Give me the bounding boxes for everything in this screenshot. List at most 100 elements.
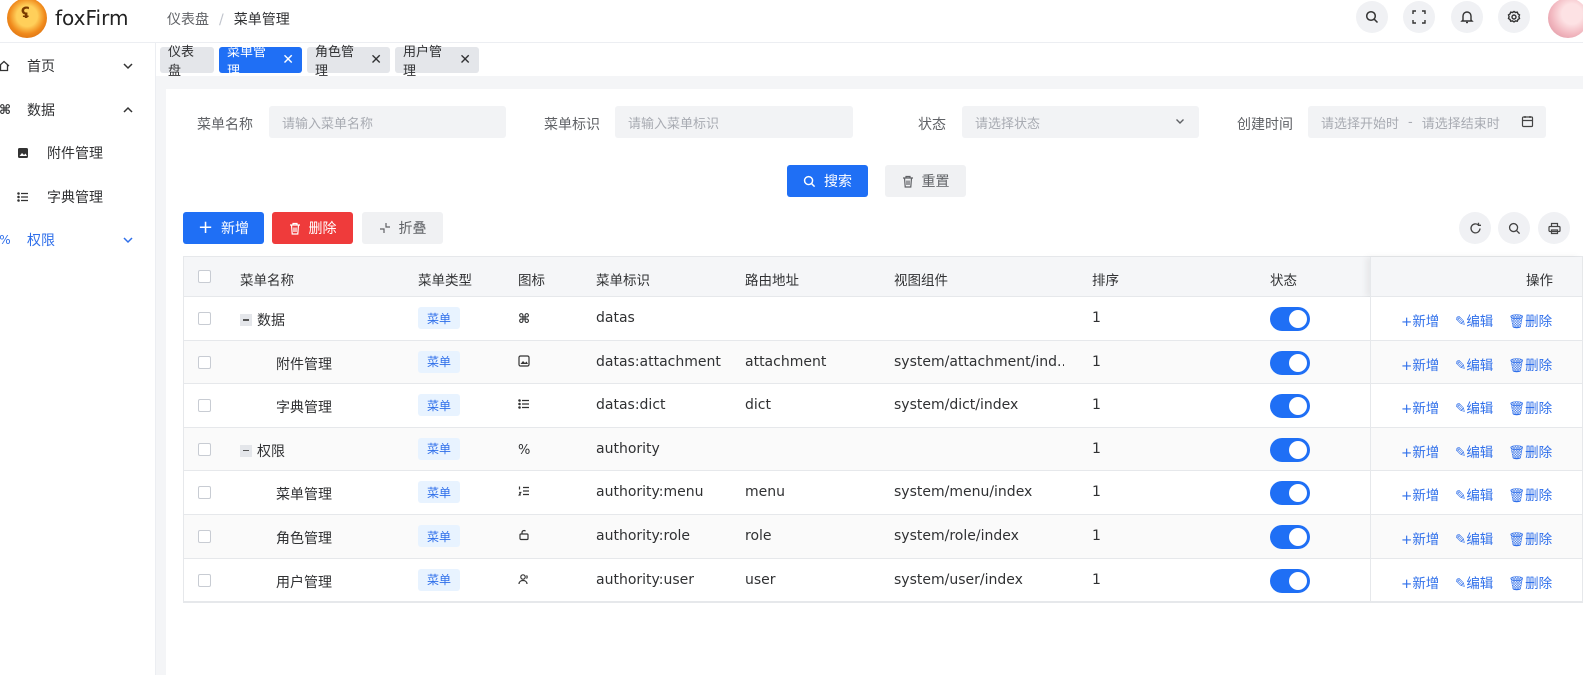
table-row[interactable]: 字典管理 菜单 datas:dict dict system/dict/index 1 +新…: [184, 384, 1582, 428]
gear-icon[interactable]: [1498, 1, 1530, 33]
row-delete-button[interactable]: 🗑删除: [1508, 528, 1552, 548]
column-header[interactable]: 菜单名称: [240, 269, 294, 289]
menu-key-input[interactable]: 请输入菜单标识: [615, 106, 853, 138]
row-delete-button[interactable]: 🗑删除: [1508, 484, 1552, 504]
tab-dashboard[interactable]: 仪表盘: [160, 45, 214, 79]
row-delete-button[interactable]: 🗑删除: [1508, 572, 1552, 592]
row-checkbox[interactable]: [198, 399, 211, 413]
row-edit-button[interactable]: ✎编辑: [1455, 572, 1493, 592]
status-toggle[interactable]: [1270, 481, 1310, 506]
row-ops: +新增 ✎编辑 🗑删除: [1370, 297, 1582, 340]
add-button[interactable]: + 新增: [183, 212, 264, 244]
table-row[interactable]: 附件管理 菜单 datas:attachment attachment system/a…: [184, 340, 1582, 385]
row-edit-label: 编辑: [1466, 401, 1494, 418]
sidebar-item-authority[interactable]: % 权限: [0, 218, 155, 262]
collapse-button[interactable]: 折叠: [362, 212, 443, 244]
refresh-icon[interactable]: [1459, 212, 1491, 244]
tab-menu-management[interactable]: 菜单管理 ✕: [219, 45, 302, 79]
sidebar-item-attachment[interactable]: 附件管理: [0, 131, 155, 175]
tab-user-management[interactable]: 用户管理 ✕: [395, 45, 479, 79]
column-header[interactable]: 状态: [1270, 269, 1297, 289]
filter-created-label: 创建时间: [1237, 117, 1293, 133]
search-icon[interactable]: [1498, 212, 1530, 244]
search-button[interactable]: 搜索: [787, 165, 868, 197]
row-edit-button[interactable]: ✎编辑: [1455, 441, 1493, 461]
search-icon[interactable]: [1356, 1, 1388, 33]
plus-icon: +: [1401, 314, 1413, 330]
date-range-picker[interactable]: 请选择开始时 - 请选择结束时: [1308, 106, 1546, 138]
collapse-toggle-icon[interactable]: [240, 314, 252, 326]
column-header[interactable]: 图标: [518, 269, 545, 289]
status-toggle[interactable]: [1270, 350, 1310, 375]
table-row[interactable]: 用户管理 菜单 authority:user user system/user/inde…: [184, 558, 1582, 603]
row-add-button[interactable]: +新增: [1401, 484, 1439, 504]
bell-icon[interactable]: [1451, 1, 1483, 33]
row-edit-button[interactable]: ✎编辑: [1455, 354, 1493, 374]
trash-icon: 🗑: [1508, 401, 1526, 418]
row-checkbox[interactable]: [198, 355, 211, 369]
row-delete-button[interactable]: 🗑删除: [1508, 354, 1552, 374]
close-icon[interactable]: ✕: [459, 52, 471, 68]
row-delete-button[interactable]: 🗑删除: [1508, 441, 1552, 461]
row-delete-button[interactable]: 🗑删除: [1508, 397, 1552, 417]
sidebar-item-data[interactable]: ⌘ 数据: [0, 88, 155, 132]
delete-button[interactable]: 删除: [272, 212, 353, 244]
search-button-label: 搜索: [824, 174, 852, 190]
start-date-input[interactable]: 请选择开始时: [1321, 113, 1399, 132]
collapse-toggle-icon[interactable]: [240, 444, 252, 457]
menu-panel: 菜单名称 请输入菜单名称 菜单标识 请输入菜单标识 状态 请选择状态 创建时间 …: [166, 89, 1583, 675]
tab-bar: 仪表盘 菜单管理 ✕ 角色管理 ✕ 用户管理 ✕: [156, 43, 1583, 79]
menu-name: 字典管理: [276, 400, 332, 417]
route-cell: menu: [745, 484, 785, 501]
select-all-checkbox[interactable]: [198, 270, 211, 283]
close-icon[interactable]: ✕: [282, 52, 294, 68]
row-add-button[interactable]: +新增: [1401, 528, 1439, 548]
close-icon[interactable]: ✕: [370, 52, 382, 68]
column-header[interactable]: 视图组件: [894, 269, 948, 289]
fox-logo[interactable]: ʢ: [7, 0, 47, 38]
menu-name-input[interactable]: 请输入菜单名称: [269, 106, 506, 138]
reset-button[interactable]: 重置: [885, 165, 966, 197]
row-edit-button[interactable]: ✎编辑: [1455, 310, 1493, 330]
row-checkbox[interactable]: [198, 312, 211, 325]
row-checkbox[interactable]: [198, 573, 211, 587]
status-toggle[interactable]: [1270, 307, 1310, 331]
end-date-input[interactable]: 请选择结束时: [1422, 113, 1500, 132]
avatar[interactable]: [1548, 0, 1583, 38]
sidebar-item-home[interactable]: 首页: [0, 44, 155, 88]
column-header[interactable]: 菜单类型: [418, 269, 472, 289]
tab-role-management[interactable]: 角色管理 ✕: [307, 45, 390, 79]
status-toggle[interactable]: [1270, 568, 1310, 593]
row-add-button[interactable]: +新增: [1401, 354, 1439, 374]
sidebar-item-label: 权限: [27, 233, 55, 249]
row-add-button[interactable]: +新增: [1401, 397, 1439, 417]
row-add-button[interactable]: +新增: [1401, 310, 1439, 330]
status-toggle[interactable]: [1270, 394, 1310, 419]
table-row[interactable]: 权限 菜单% authority 1 +新增 ✎编辑 🗑删除: [184, 427, 1582, 472]
status-toggle[interactable]: [1270, 437, 1310, 462]
menu-key-cell: datas:attachment: [596, 353, 721, 370]
row-checkbox[interactable]: [198, 486, 211, 500]
status-toggle[interactable]: [1270, 525, 1310, 549]
row-edit-button[interactable]: ✎编辑: [1455, 528, 1493, 548]
status-select[interactable]: 请选择状态: [962, 106, 1199, 138]
breadcrumb-item[interactable]: 仪表盘: [167, 12, 209, 28]
table-row[interactable]: 菜单管理 菜单 authority:menu menu system/menu/inde…: [184, 471, 1582, 515]
row-add-button[interactable]: +新增: [1401, 441, 1439, 461]
table-row[interactable]: 数据 菜单 ⌘ datas 1 +新增 ✎编辑 🗑删除: [184, 297, 1582, 341]
column-header[interactable]: 排序: [1092, 269, 1119, 289]
column-header[interactable]: 菜单标识: [596, 269, 650, 289]
row-checkbox[interactable]: [198, 442, 211, 456]
calendar-icon: [1521, 115, 1534, 128]
row-checkbox[interactable]: [198, 530, 211, 543]
row-edit-button[interactable]: ✎编辑: [1455, 397, 1493, 417]
tab-label: 菜单管理: [227, 45, 267, 79]
fullscreen-icon[interactable]: [1403, 1, 1435, 33]
row-edit-button[interactable]: ✎编辑: [1455, 484, 1493, 504]
print-icon[interactable]: [1538, 212, 1570, 244]
sidebar-item-dict[interactable]: 字典管理: [0, 175, 155, 219]
table-row[interactable]: 角色管理 菜单 authority:role role system/role/inde…: [184, 515, 1582, 559]
row-add-button[interactable]: +新增: [1401, 572, 1439, 592]
column-header[interactable]: 路由地址: [745, 269, 799, 289]
row-delete-button[interactable]: 🗑删除: [1508, 310, 1552, 330]
